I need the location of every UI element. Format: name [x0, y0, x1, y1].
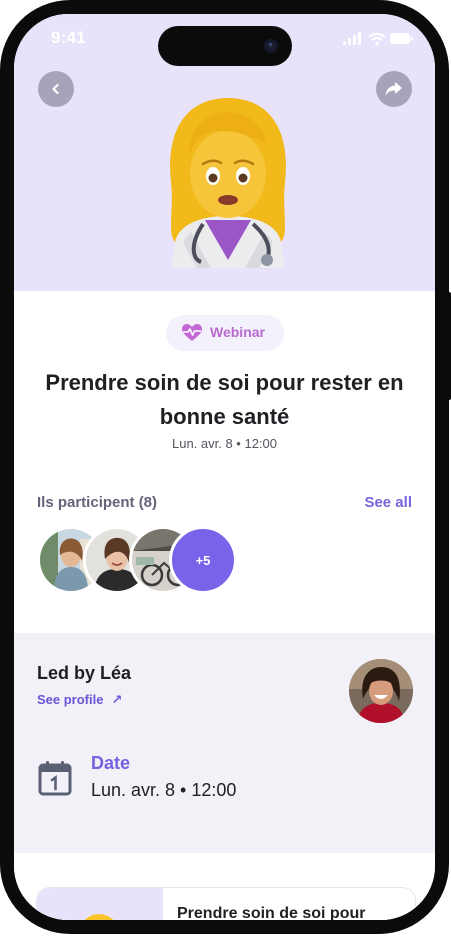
side-button-left-2 [0, 244, 4, 310]
related-event-title: Prendre soin de soi pour [177, 905, 366, 920]
webinar-badge: Webinar [166, 315, 284, 351]
related-event-thumbnail [37, 888, 163, 920]
woman-health-worker-emoji [170, 98, 286, 268]
chevron-left-icon [52, 83, 59, 95]
status-bar: 9:41 [14, 14, 435, 66]
calendar-icon [38, 761, 72, 796]
woman-health-worker-emoji [79, 914, 119, 920]
host-avatar[interactable] [349, 659, 413, 723]
see-profile-link[interactable]: See profile ↗ [37, 692, 122, 708]
back-button[interactable] [38, 71, 74, 107]
see-profile-label: See profile [37, 692, 104, 707]
date-value: Lun. avr. 8 • 12:00 [91, 780, 237, 800]
side-button-left-3 [0, 322, 4, 388]
share-arrow-icon [385, 82, 402, 96]
arrow-up-right-icon: ↗ [111, 692, 123, 707]
event-title-line-1: Prendre soin de soi pour rester en [45, 370, 404, 395]
participants-label: Ils participent (8) [37, 494, 158, 511]
app-screen: 9:41 Webinar Prendre soin de soi pour re… [14, 14, 435, 920]
heart-pulse-icon [182, 324, 202, 341]
see-all-link[interactable]: See all [364, 494, 412, 511]
event-title: Prendre soin de soi pour rester en bonne… [34, 366, 415, 434]
share-button[interactable] [376, 71, 412, 107]
event-title-line-2: bonne santé [159, 404, 290, 429]
side-button-right [445, 292, 451, 400]
event-datetime: Lun. avr. 8 • 12:00 [171, 436, 277, 451]
side-button-left-1 [0, 172, 4, 208]
status-time: 9:41 [51, 28, 86, 47]
participants-more-count: +5 [195, 552, 211, 568]
status-icons [343, 32, 413, 51]
camera-icon [264, 39, 278, 53]
date-label: Date [91, 753, 131, 773]
related-event-card[interactable]: Prendre soin de soi pour [36, 887, 416, 920]
participants-more-badge[interactable]: +5 [169, 526, 237, 594]
badge-label: Webinar [210, 324, 265, 340]
led-by-label: Led by Léa [37, 663, 132, 683]
host-photo [349, 659, 413, 723]
dynamic-island [158, 26, 292, 66]
signal-wifi-battery-icon [343, 32, 413, 46]
